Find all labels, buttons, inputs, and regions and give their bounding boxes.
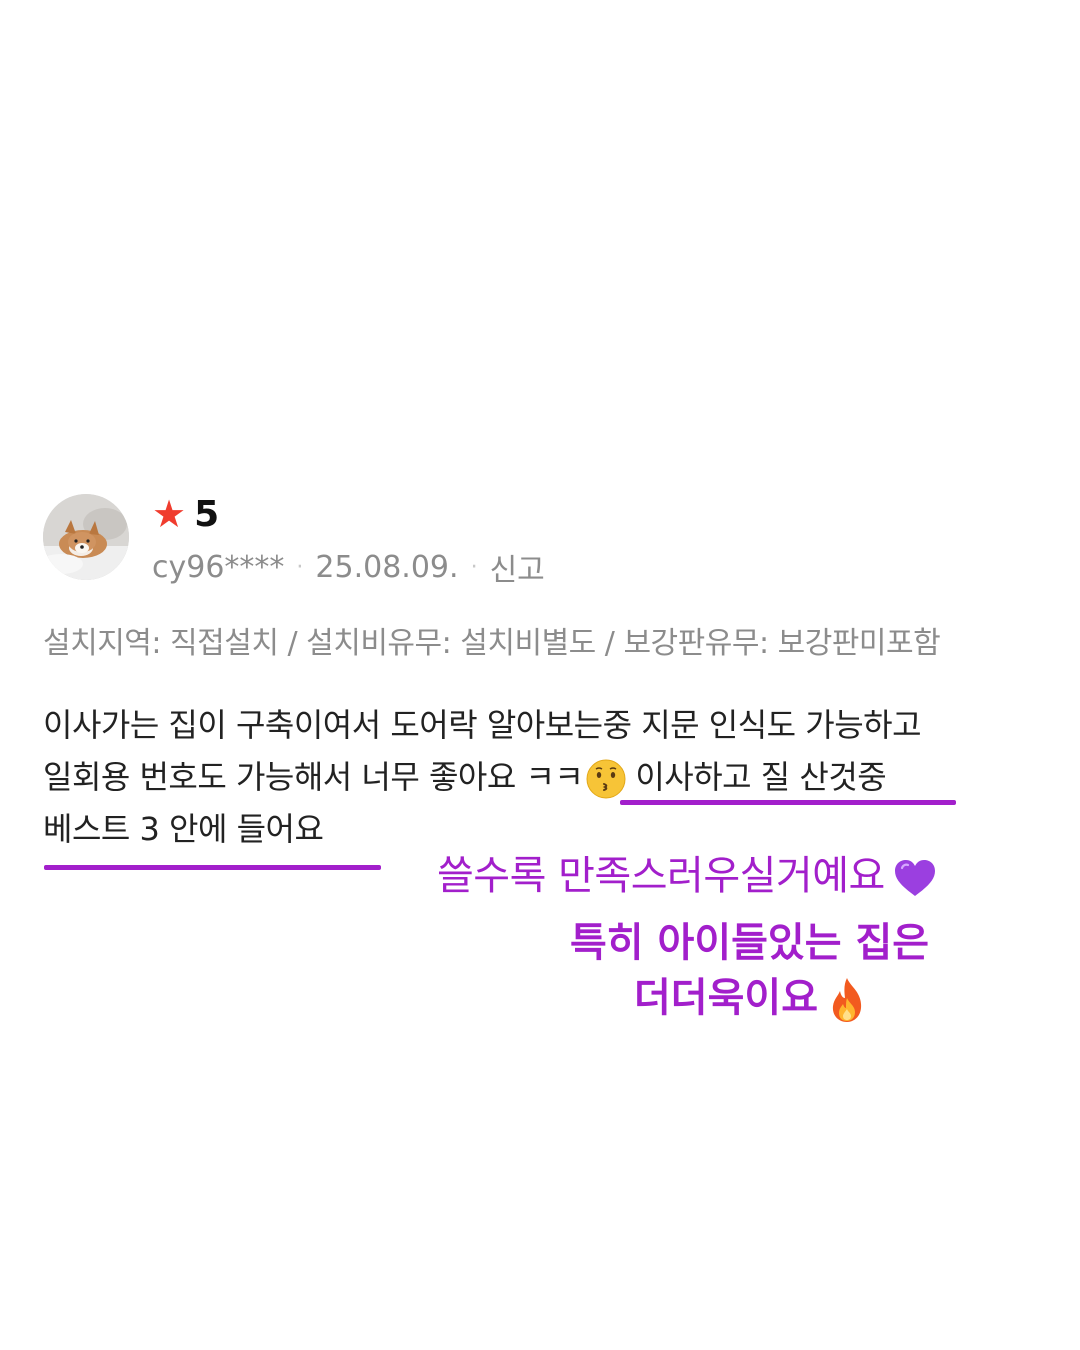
- rating: ★ 5: [152, 490, 219, 538]
- annotation-text: 더더욱이요: [634, 975, 818, 1021]
- review-card: ★ 5 cy96**** · 25.08.09. · 신고 설치지역: 직접설치…: [0, 0, 1080, 1350]
- annotation-note: 특히 아이들있는 집은: [570, 920, 930, 966]
- review-text-segment: 일회용 번호도 가능해서 너무 좋아요 ㅋㅋ: [43, 758, 584, 796]
- annotation-note: 쓸수록 만족스러우실거예요: [437, 843, 937, 901]
- annotation-note: 더더욱이요: [634, 965, 866, 1024]
- review-text-line: 베스트 3 안에 들어요: [43, 810, 324, 848]
- meta-separator: ·: [296, 554, 304, 580]
- highlight-underline: [44, 865, 381, 870]
- review-text-segment: 이사하고 질 산것중: [635, 758, 887, 796]
- review-date: 25.08.09.: [315, 549, 459, 585]
- review-text-line: 일회용 번호도 가능해서 너무 좋아요 ㅋㅋ 이사하고 질 산것중: [43, 752, 887, 800]
- report-button[interactable]: 신고: [490, 545, 545, 589]
- review-meta: cy96**** · 25.08.09. · 신고: [152, 545, 545, 589]
- username: cy96****: [152, 549, 285, 585]
- kissing-face-emoji: [586, 759, 626, 799]
- purple-heart-icon: [894, 860, 935, 896]
- review-text-line: 이사가는 집이 구축이여서 도어락 알아보는중 지문 인식도 가능하고: [43, 706, 922, 744]
- fire-icon: [832, 978, 862, 1022]
- meta-separator: ·: [470, 554, 478, 580]
- avatar: [43, 494, 129, 580]
- star-icon: ★: [152, 492, 187, 536]
- product-options: 설치지역: 직접설치 / 설치비유무: 설치비별도 / 보강판유무: 보강판미포…: [43, 626, 941, 661]
- dog-photo-icon: [43, 494, 129, 580]
- annotation-text: 쓸수록 만족스러우실거예요: [437, 853, 885, 899]
- rating-value: 5: [194, 493, 220, 535]
- highlight-underline: [620, 800, 956, 805]
